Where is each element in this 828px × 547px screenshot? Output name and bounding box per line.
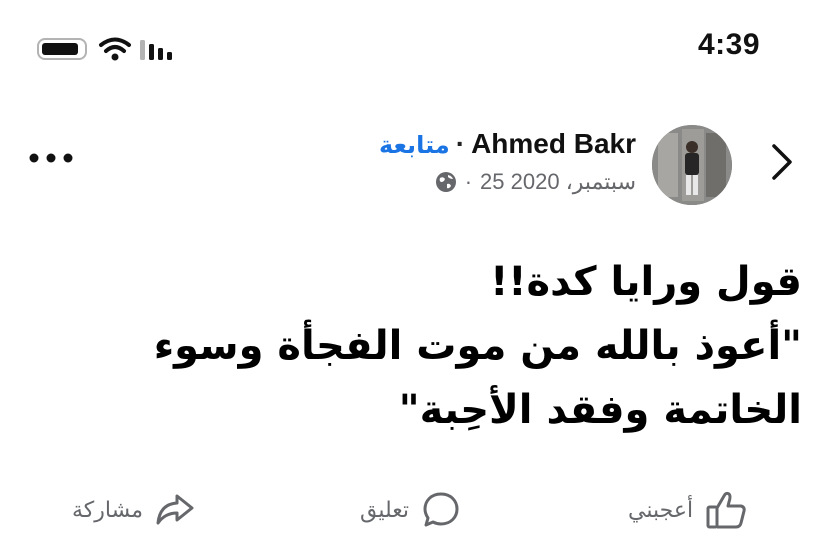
like-label: أعجبني — [628, 497, 694, 523]
name-separator: · — [455, 128, 466, 159]
post-date[interactable]: 25 سبتمبر، 2020 — [480, 169, 636, 195]
more-options-icon[interactable] — [28, 148, 74, 168]
post-actions-bar: مشاركة تعليق أعجبني — [0, 480, 828, 540]
share-label: مشاركة — [72, 497, 144, 523]
post-text: قول ورايا كدة!! "أعوذ بالله من موت الفجأ… — [22, 250, 802, 442]
share-button[interactable]: مشاركة — [72, 488, 195, 532]
comment-button[interactable]: تعليق — [360, 488, 461, 532]
cellular-signal-icon — [140, 40, 172, 60]
share-icon — [156, 494, 194, 525]
avatar[interactable] — [652, 125, 732, 205]
follow-link[interactable]: متابعة — [379, 131, 450, 159]
chevron-right-icon[interactable] — [766, 140, 798, 184]
post-meta-line: · 25 سبتمبر، 2020 — [435, 169, 636, 195]
comment-label: تعليق — [360, 497, 410, 523]
post-text-line: "أعوذ بالله من موت الفجأة وسوء — [153, 323, 802, 369]
post-author-line: متابعة · Ahmed Bakr — [379, 128, 636, 160]
status-bar: 4:39 — [0, 0, 828, 100]
wifi-icon — [99, 37, 131, 61]
battery-icon — [37, 38, 87, 60]
post-text-line: قول ورايا كدة!! — [490, 259, 802, 305]
author-name[interactable]: Ahmed Bakr — [471, 128, 636, 159]
thumbs-up-icon — [706, 491, 746, 529]
date-separator: · — [464, 169, 473, 194]
globe-icon[interactable] — [435, 171, 457, 193]
post-text-line: الخاتمة وفقد الأحِبة" — [398, 387, 802, 433]
comment-icon — [423, 492, 459, 527]
like-button[interactable]: أعجبني — [628, 488, 749, 532]
status-time: 4:39 — [697, 28, 760, 61]
